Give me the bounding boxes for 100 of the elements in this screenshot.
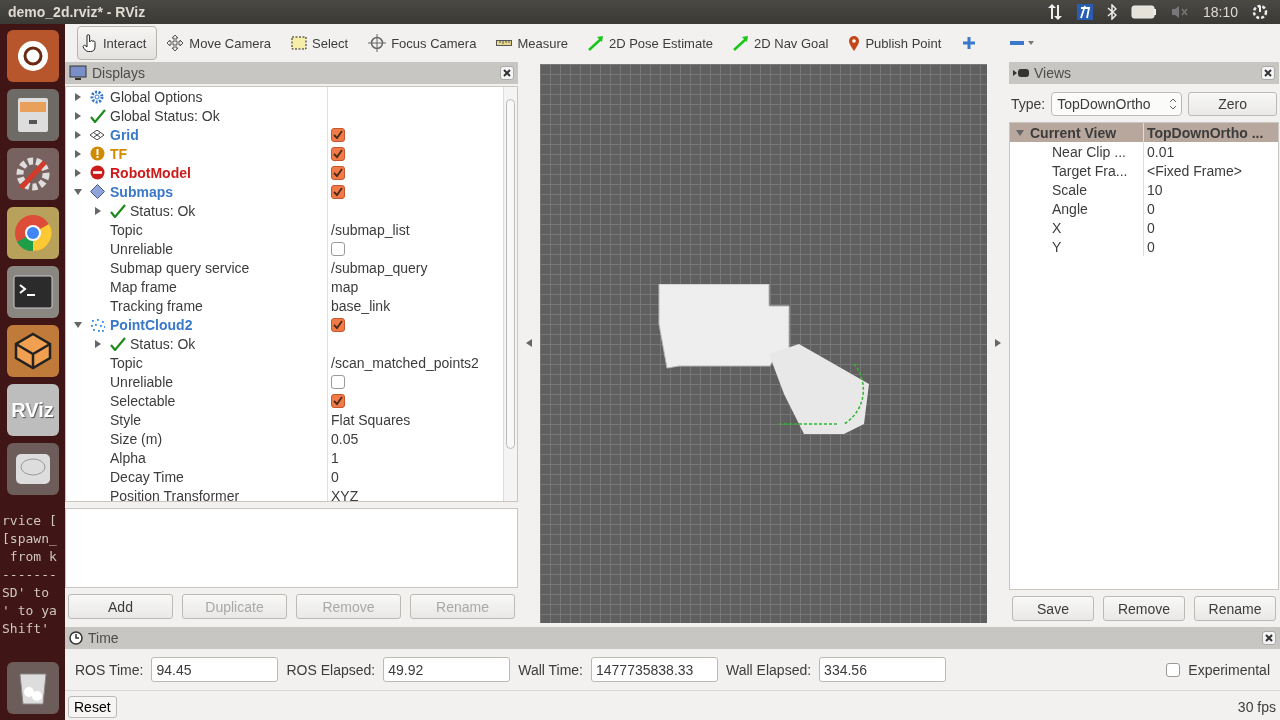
property-label: Global Options [110, 88, 203, 105]
terminal-text: Shift' [2, 620, 50, 637]
tool-button[interactable]: Publish Point [843, 26, 953, 60]
tool-button[interactable]: 2D Nav Goal [728, 26, 840, 60]
collapse-arrow-icon[interactable] [1016, 128, 1024, 137]
checkbox[interactable] [331, 146, 345, 161]
property-label: Selectable [110, 392, 176, 409]
map-pin-icon [848, 34, 861, 52]
minus-icon [1010, 40, 1025, 46]
field-label: Wall Time: [518, 661, 583, 678]
error-icon [90, 165, 105, 180]
panel-button[interactable]: Add [68, 594, 173, 619]
launcher-home-icon[interactable] [6, 30, 59, 82]
expand-arrow-icon[interactable] [94, 339, 102, 348]
display-name[interactable]: Grid [110, 126, 139, 143]
property-label: Topic [110, 221, 143, 238]
input-method-icon[interactable] [1076, 4, 1093, 20]
property-value: XYZ [331, 487, 359, 501]
display-name[interactable]: RobotModel [110, 164, 191, 181]
property-label: Status: Ok [130, 335, 196, 352]
tool-button[interactable]: 2D Pose Estimate [582, 26, 724, 60]
checkbox[interactable] [331, 165, 345, 180]
checkbox[interactable] [331, 317, 345, 332]
property-label: Alpha [110, 449, 146, 466]
property-value: map [331, 278, 359, 295]
property-value: 0 [331, 468, 339, 485]
checkbox[interactable] [331, 393, 345, 408]
expand-arrow-icon[interactable] [74, 168, 82, 177]
panel-button[interactable]: Save [1012, 596, 1094, 621]
expand-arrow-icon[interactable] [74, 149, 82, 158]
bluetooth-icon[interactable] [1106, 4, 1117, 20]
panel-button[interactable]: Rename [1194, 596, 1276, 621]
tool-button[interactable]: Move Camera [161, 26, 282, 60]
close-button[interactable] [500, 66, 514, 80]
panel-title: Views [1034, 65, 1073, 81]
clock-icon [69, 631, 83, 645]
tool-button[interactable]: Select [286, 26, 360, 60]
tool-button[interactable]: Focus Camera [363, 26, 488, 60]
checkbox[interactable] [331, 184, 345, 199]
property-label: Topic [110, 354, 143, 371]
property-value: /submap_query [331, 259, 428, 276]
close-button[interactable] [1261, 66, 1275, 80]
dropdown-caret-icon [1028, 41, 1035, 45]
expand-arrow-icon[interactable] [74, 111, 82, 120]
property-label: Tracking frame [110, 297, 203, 314]
time-field[interactable]: 1477735838.33 [591, 657, 718, 682]
expand-arrow-icon[interactable] [94, 206, 102, 215]
power-gear-icon[interactable] [1252, 4, 1268, 20]
property-label: Position Transformer [110, 487, 240, 501]
collapse-arrow-icon[interactable] [74, 320, 82, 329]
box-icon[interactable] [6, 325, 59, 377]
time-field[interactable]: 94.45 [151, 657, 279, 682]
collapse-left-icon[interactable] [526, 338, 532, 347]
camera-icon [1013, 68, 1029, 78]
battery-icon[interactable] [1130, 5, 1157, 19]
field-label: Wall Elapsed: [726, 661, 812, 678]
move-arrows-icon [166, 34, 185, 52]
tool-button[interactable]: Interact [77, 26, 158, 60]
collapse-arrow-icon[interactable] [74, 187, 82, 196]
terminal-text: rvice [ [2, 512, 58, 529]
property-label: Size (m) [110, 430, 163, 447]
checkbox[interactable] [331, 374, 345, 389]
gear-wrench-icon[interactable] [6, 148, 59, 200]
display-name[interactable]: Submaps [110, 183, 173, 200]
muted-speaker-icon[interactable] [1170, 5, 1189, 19]
network-arrows-icon[interactable] [1046, 4, 1063, 20]
crosshair-icon [368, 34, 387, 52]
type-label: Type: [1011, 96, 1046, 112]
display-name[interactable]: PointCloud2 [110, 316, 193, 333]
file-cabinet-icon[interactable] [6, 89, 59, 141]
property-value: base_link [331, 297, 391, 314]
gear-icon [90, 89, 104, 104]
monitor-icon [69, 65, 87, 81]
checkbox[interactable] [331, 127, 345, 142]
view-type: TopDownOrtho ... [1147, 124, 1264, 141]
time-field[interactable]: 334.56 [819, 657, 947, 682]
fps-text: 30 fps [1237, 698, 1276, 715]
close-button[interactable] [1262, 631, 1276, 645]
reset-button[interactable]: Reset [68, 695, 117, 718]
checkbox[interactable] [331, 241, 345, 256]
browser-icon[interactable] [6, 207, 59, 259]
checkbox[interactable] [1166, 662, 1181, 677]
tool-button[interactable]: Measure [491, 26, 579, 60]
collapse-right-icon[interactable] [995, 338, 1001, 347]
property-label: Angle [1052, 200, 1088, 217]
scrollbar[interactable] [503, 87, 517, 501]
view-type-dropdown[interactable]: TopDownOrtho [1051, 92, 1183, 116]
expand-arrow-icon[interactable] [74, 130, 82, 139]
panel-button[interactable]: Remove [1103, 596, 1185, 621]
trash-icon[interactable] [6, 662, 59, 714]
time-field[interactable]: 49.92 [383, 657, 511, 682]
property-value: Flat Squares [331, 411, 411, 428]
expand-arrow-icon[interactable] [74, 92, 82, 101]
zero-button[interactable]: Zero [1188, 92, 1277, 116]
dots-icon [90, 317, 105, 332]
terminal-text: [spawn_ [2, 530, 58, 547]
property-value: 0 [1147, 238, 1155, 255]
field-label: ROS Elapsed: [286, 661, 376, 678]
terminal-icon[interactable] [6, 266, 59, 318]
terminal-text: ' to ya [2, 602, 58, 619]
